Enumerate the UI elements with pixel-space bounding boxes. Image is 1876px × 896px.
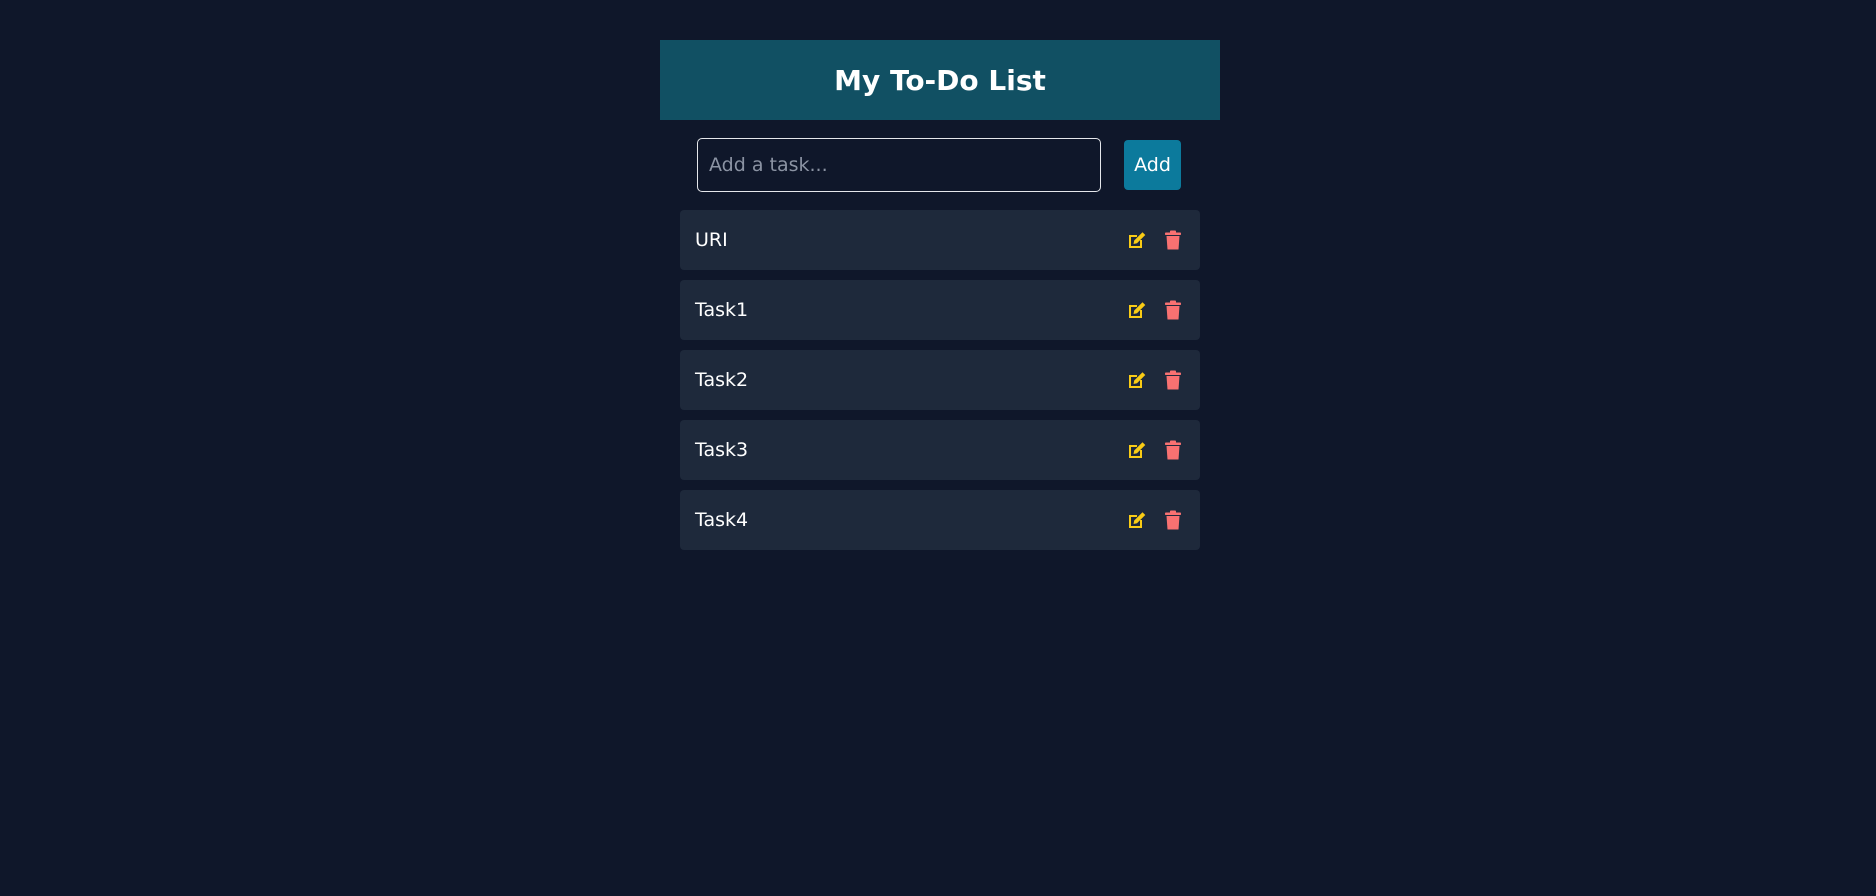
- task-actions: [1126, 369, 1185, 391]
- task-item: Task1: [680, 280, 1200, 340]
- add-button[interactable]: Add: [1124, 140, 1181, 190]
- task-actions: [1126, 229, 1185, 251]
- trash-icon[interactable]: [1162, 369, 1184, 391]
- todo-app: My To-Do List Add URI Task1 Task2 Task3 Task…: [660, 40, 1220, 550]
- edit-icon[interactable]: [1126, 229, 1148, 251]
- task-text: Task2: [695, 369, 749, 391]
- task-text: Task1: [695, 299, 749, 321]
- task-actions: [1126, 299, 1185, 321]
- task-input[interactable]: [697, 138, 1101, 192]
- trash-icon[interactable]: [1162, 439, 1184, 461]
- task-list: URI Task1 Task2 Task3 Task4: [680, 210, 1200, 560]
- app-header: My To-Do List: [660, 40, 1220, 120]
- task-item: Task2: [680, 350, 1200, 410]
- task-item: URI: [680, 210, 1200, 270]
- task-item: Task3: [680, 420, 1200, 480]
- task-text: Task3: [695, 439, 749, 461]
- add-task-form: Add: [660, 120, 1220, 210]
- trash-icon[interactable]: [1162, 509, 1184, 531]
- edit-icon[interactable]: [1126, 439, 1148, 461]
- edit-icon[interactable]: [1126, 299, 1148, 321]
- edit-icon[interactable]: [1126, 369, 1148, 391]
- trash-icon[interactable]: [1162, 299, 1184, 321]
- task-actions: [1126, 509, 1185, 531]
- trash-icon[interactable]: [1162, 229, 1184, 251]
- task-item: Task4: [680, 490, 1200, 550]
- task-text: Task4: [695, 509, 749, 531]
- task-text: URI: [695, 229, 728, 251]
- task-actions: [1126, 439, 1185, 461]
- edit-icon[interactable]: [1126, 509, 1148, 531]
- page-title: My To-Do List: [834, 63, 1046, 97]
